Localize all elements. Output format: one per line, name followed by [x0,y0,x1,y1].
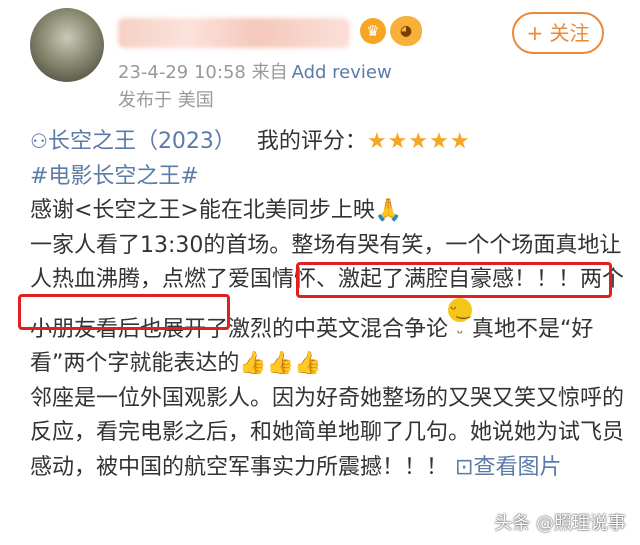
post-line-1: 感谢<长空之王>能在北美同步上映 [30,198,375,223]
laugh-icon: ᵕ‿ᵕ [448,297,473,343]
image-icon[interactable]: ⊡ [455,455,473,480]
movie-icon: ⚇ [30,129,48,153]
timestamp: 23-4-29 10:58 [118,62,246,83]
location: 发布于 美国 [118,90,214,111]
pray-icon: 🙏 [374,198,403,223]
highlight-box-line1 [296,262,612,298]
view-images-link[interactable]: 查看图片 [473,455,561,480]
rating-stars: ★★★★★ [366,129,471,154]
watermark: 头条 @照理说事 [494,513,626,534]
hashtag-link[interactable]: #电影长空之王# [30,164,199,189]
movie-title-link[interactable]: 长空之王（2023） [48,129,236,154]
highlight-box-line2 [18,294,230,330]
thumbs-up-icon: 👍👍👍 [239,351,322,376]
source-app-link[interactable]: Add review [292,62,392,83]
follow-button[interactable]: + 关注 [512,12,604,54]
username-blurred[interactable] [118,18,350,48]
post-meta: 23-4-29 10:58 来自 Add review [118,58,392,84]
fish-icon: ◕ [390,16,422,46]
source-prefix: 来自 [251,62,288,83]
rating-label: 我的评分： [256,129,367,154]
crown-icon: ♛ [360,18,386,44]
avatar[interactable] [30,8,104,82]
rating-line: ⚇长空之王（2023） 我的评分：★★★★★ [30,124,630,160]
